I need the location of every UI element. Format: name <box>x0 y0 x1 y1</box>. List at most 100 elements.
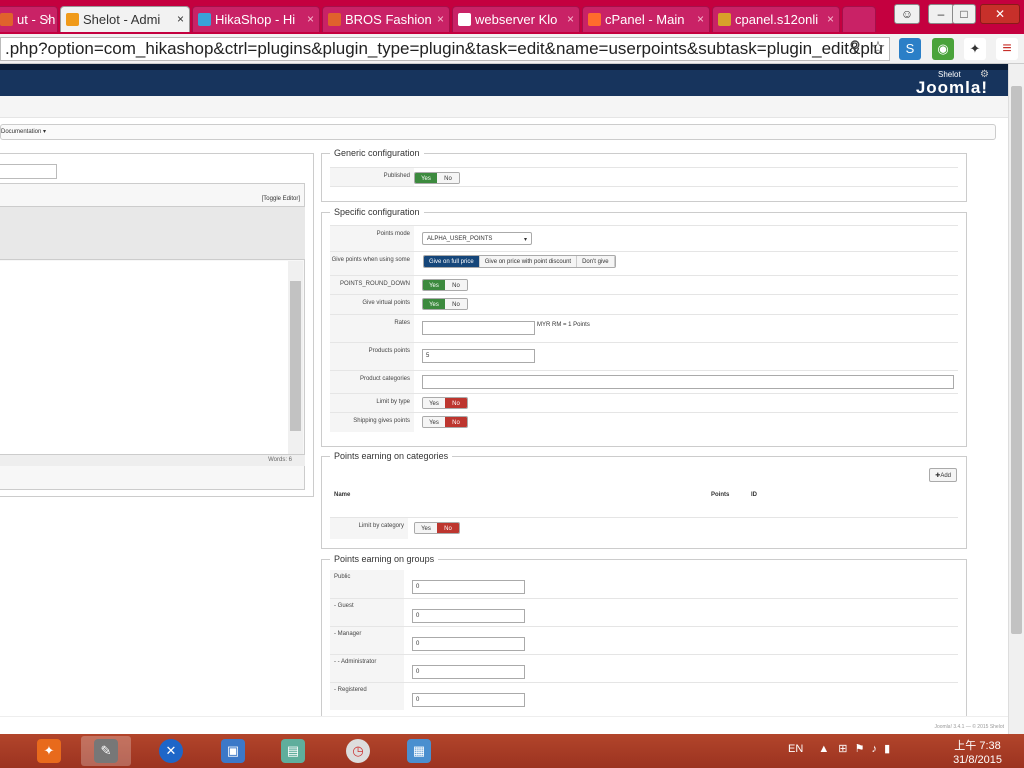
name-input[interactable] <box>0 164 57 179</box>
extension-icon[interactable]: ◉ <box>932 38 954 60</box>
shipping-points-no[interactable]: No <box>445 417 467 427</box>
status-strip: Joomla! 3.4.1 — © 2015 Shelot <box>0 716 1008 734</box>
caret-icon: ▾ <box>41 129 47 135</box>
group-points-input[interactable]: 0 <box>412 665 525 679</box>
shipping-points-label: Shipping gives points <box>330 413 414 432</box>
windows-taskbar: ✦ ✎ ✕ ▣ ▤ ◷ ▦ EN ▲ ⊞ ⚑ ♪ ▮ 上午 7:38 31/8/… <box>0 734 1024 768</box>
limit-category-no[interactable]: No <box>437 523 459 533</box>
joomla-favicon-icon <box>328 13 341 26</box>
tab-1[interactable]: Shelot - Admi × <box>60 6 190 32</box>
menu-icon[interactable]: ≡ <box>996 38 1018 60</box>
published-toggle[interactable]: Yes No <box>414 172 460 184</box>
skype-icon[interactable]: S <box>899 38 921 60</box>
tray-expand-icon[interactable]: ▲ <box>818 743 829 755</box>
tab-2[interactable]: HikaShop - Hi × <box>192 6 320 32</box>
virtual-points-label: Give virtual points <box>330 295 414 314</box>
shipping-points-toggle[interactable]: Yes No <box>422 416 468 428</box>
taskbar-app[interactable]: ▣ <box>208 736 258 766</box>
gimp-icon: ✎ <box>94 739 118 763</box>
extension-2-icon[interactable]: ✦ <box>964 38 986 60</box>
group-label: - Manager <box>330 627 404 654</box>
give-full-price-button[interactable]: Give on full price <box>424 256 480 267</box>
limit-type-yes[interactable]: Yes <box>423 398 445 408</box>
limit-category-yes[interactable]: Yes <box>415 523 437 533</box>
tab-3[interactable]: BROS Fashion × <box>322 6 450 32</box>
new-tab-button[interactable] <box>842 6 876 32</box>
taskbar-app[interactable]: ✕ <box>146 736 196 766</box>
word-count: Words: 6 <box>268 457 292 463</box>
toggle-editor-link[interactable]: [Toggle Editor] <box>262 196 300 202</box>
taskbar-app[interactable]: ▤ <box>268 736 318 766</box>
editor-textarea[interactable] <box>0 261 288 457</box>
group-points-input[interactable]: 0 <box>412 693 525 707</box>
bookmark-star-icon[interactable]: ☆ <box>867 37 889 59</box>
add-category-button[interactable]: ✚Add <box>929 468 957 482</box>
group-label: - Registered <box>330 683 404 710</box>
limit-type-toggle[interactable]: Yes No <box>422 397 468 409</box>
close-icon[interactable]: × <box>827 12 834 26</box>
products-points-input[interactable]: 5 <box>422 349 535 363</box>
points-mode-select[interactable]: ALPHA_USER_POINTS ▾ <box>422 232 532 245</box>
action-center-icon[interactable]: ⚑ <box>855 743 865 755</box>
rates-suffix: MYR RM = 1 Points <box>537 322 590 328</box>
tab-4[interactable]: webserver Klo × <box>452 6 580 32</box>
documentation-menu[interactable]: Documentation <box>1 129 41 135</box>
volume-icon[interactable]: ♪ <box>872 743 878 755</box>
taskbar-app[interactable]: ✎ <box>81 736 131 766</box>
tab-0[interactable]: ut - Sh × <box>0 6 58 32</box>
give-points-buttons[interactable]: Give on full price Give on price with po… <box>423 255 616 268</box>
page-scrollbar[interactable] <box>1008 64 1024 734</box>
close-icon[interactable]: × <box>45 12 52 26</box>
round-down-no[interactable]: No <box>445 280 467 290</box>
search-icon[interactable]: ⚲ <box>844 37 866 59</box>
taskbar-app[interactable]: ◷ <box>333 736 383 766</box>
limit-type-label: Limit by type <box>330 394 414 412</box>
page-scrollbar-thumb[interactable] <box>1011 86 1022 634</box>
group-row: Public 0 <box>330 570 958 598</box>
group-points-input[interactable]: 0 <box>412 580 525 594</box>
limit-category-toggle[interactable]: Yes No <box>414 522 460 534</box>
rates-input[interactable] <box>422 321 535 335</box>
product-categories-input[interactable] <box>422 375 954 389</box>
taskbar-app[interactable]: ▦ <box>394 736 444 766</box>
close-icon[interactable]: × <box>307 12 314 26</box>
limit-type-no[interactable]: No <box>445 398 467 408</box>
system-clock[interactable]: 上午 7:38 31/8/2015 <box>953 739 1002 767</box>
minimize-icon[interactable]: – <box>928 4 954 24</box>
round-down-row: POINTS_ROUND_DOWN Yes No <box>330 275 958 294</box>
published-yes[interactable]: Yes <box>415 173 437 183</box>
window-close-icon[interactable]: ✕ <box>980 4 1020 24</box>
product-categories-row: Product categories <box>330 370 958 393</box>
windows-flag-icon[interactable]: ⊞ <box>838 743 847 755</box>
taskbar-app[interactable]: ✦ <box>24 736 74 766</box>
url-input[interactable]: .php?option=com_hikashop&ctrl=plugins&pl… <box>0 37 890 61</box>
round-down-yes[interactable]: Yes <box>423 280 445 290</box>
editor-footer <box>0 454 305 466</box>
app-icon: ✦ <box>37 739 61 763</box>
language-indicator[interactable]: EN <box>788 743 803 755</box>
published-no[interactable]: No <box>437 173 459 183</box>
round-down-toggle[interactable]: Yes No <box>422 279 468 291</box>
give-discount-price-button[interactable]: Give on price with point discount <box>479 256 578 267</box>
col-points-header: Points <box>711 492 730 498</box>
close-icon[interactable]: × <box>177 12 184 26</box>
tab-5[interactable]: cPanel - Main × <box>582 6 710 32</box>
user-profile-icon[interactable]: ☺ <box>894 4 920 24</box>
editor-scrollbar[interactable] <box>288 261 303 457</box>
shipping-points-yes[interactable]: Yes <box>423 417 445 427</box>
virtual-points-toggle[interactable]: Yes No <box>422 298 468 310</box>
dont-give-button[interactable]: Don't give <box>577 256 615 267</box>
group-points-input[interactable]: 0 <box>412 609 525 623</box>
close-icon[interactable]: × <box>567 12 574 26</box>
close-icon[interactable]: × <box>437 12 444 26</box>
clock-date: 31/8/2015 <box>953 754 1002 766</box>
editor-scrollbar-thumb[interactable] <box>290 281 301 431</box>
maximize-icon[interactable]: □ <box>952 4 976 24</box>
limit-category-label: Limit by category <box>330 518 408 539</box>
group-points-input[interactable]: 0 <box>412 637 525 651</box>
virtual-points-yes[interactable]: Yes <box>423 299 445 309</box>
virtual-points-no[interactable]: No <box>445 299 467 309</box>
battery-icon[interactable]: ▮ <box>884 743 890 755</box>
tab-6[interactable]: cpanel.s12onli × <box>712 6 840 32</box>
close-icon[interactable]: × <box>697 12 704 26</box>
